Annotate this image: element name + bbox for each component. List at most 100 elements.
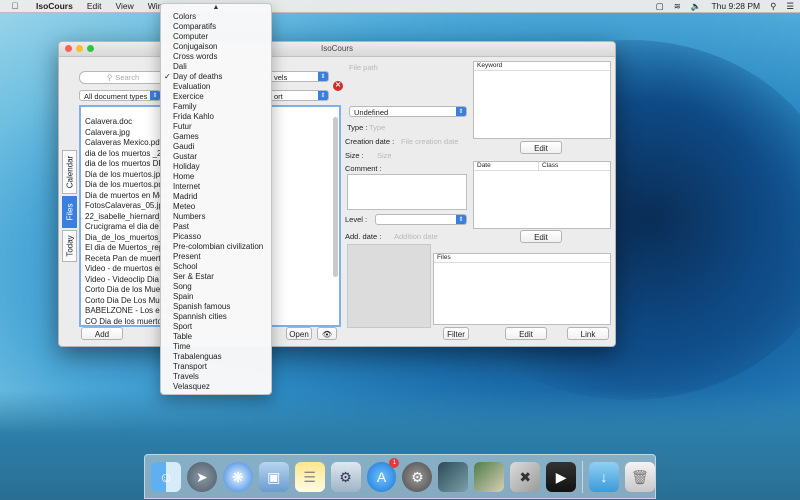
menu-item[interactable]: Gaudi: [161, 142, 271, 152]
photo-icon[interactable]: [438, 461, 469, 492]
menu-item[interactable]: Present: [161, 252, 271, 262]
spotlight-icon[interactable]: ⚲: [770, 1, 776, 12]
menu-item[interactable]: Picasso: [161, 232, 271, 242]
wifi-icon[interactable]: ≋: [674, 1, 681, 12]
safari-icon[interactable]: ❋: [222, 461, 253, 492]
menu-item[interactable]: Gustar: [161, 152, 271, 162]
tab-calendar[interactable]: Calendar: [62, 150, 77, 194]
comment-label: Comment :: [345, 164, 382, 173]
menu-item[interactable]: Spannish cities: [161, 312, 271, 322]
keyword-table[interactable]: Keyword: [473, 61, 611, 139]
menu-item[interactable]: Futur: [161, 122, 271, 132]
scroll-up-arrow-icon[interactable]: ▲: [161, 4, 271, 12]
app-menu[interactable]: IsoCours: [36, 1, 73, 11]
level-select[interactable]: vels ⇕: [269, 71, 329, 82]
edit-keyword-button[interactable]: Edit: [520, 141, 562, 154]
system-preferences-icon[interactable]: ⚙: [402, 461, 433, 492]
keyword-column-header[interactable]: Keyword: [477, 62, 502, 69]
add-button[interactable]: Add: [81, 327, 123, 340]
menu-item[interactable]: Numbers: [161, 212, 271, 222]
class-column-header[interactable]: Class: [538, 162, 558, 170]
menu-item[interactable]: Spanish famous: [161, 302, 271, 312]
finder-icon[interactable]: ☺: [151, 461, 181, 492]
clear-filter-icon[interactable]: ✕: [333, 81, 343, 91]
minimize-window-button[interactable]: [76, 45, 83, 52]
app-store-icon[interactable]: A1: [366, 457, 400, 492]
clock[interactable]: Thu 9:28 PM: [711, 1, 760, 11]
files-column-header[interactable]: Files: [437, 254, 451, 261]
menu-edit[interactable]: Edit: [87, 1, 102, 11]
photo-stack-icon[interactable]: [474, 461, 505, 492]
preview-icon[interactable]: ▣: [258, 461, 289, 492]
menu-item[interactable]: Cross words: [161, 52, 271, 62]
status-select[interactable]: Undefined ⇕: [349, 106, 467, 117]
imovie-icon[interactable]: ▶: [546, 461, 577, 492]
date-column-header[interactable]: Date: [477, 162, 491, 169]
airplay-icon[interactable]: ▢: [656, 1, 664, 12]
link-button[interactable]: Link: [567, 327, 609, 340]
menu-item[interactable]: Colors: [161, 12, 271, 22]
menu-item[interactable]: Conjugaison: [161, 42, 271, 52]
category-dropdown-menu[interactable]: ▲ Colors Comparatifs Computer Conjugaison Cr…: [160, 3, 272, 395]
comment-field[interactable]: [347, 174, 467, 210]
menu-item[interactable]: Frida Kahlo: [161, 112, 271, 122]
tab-today[interactable]: Today: [62, 230, 77, 262]
notification-center-icon[interactable]: ☰: [786, 1, 794, 12]
volume-icon[interactable]: 🔈: [691, 1, 702, 12]
downloads-icon[interactable]: ↓: [589, 461, 619, 492]
file-list-scrollbar[interactable]: [333, 117, 338, 277]
menu-item[interactable]: Dali: [161, 62, 271, 72]
menu-item[interactable]: Transport: [161, 362, 271, 372]
zoom-window-button[interactable]: [87, 45, 94, 52]
menu-item[interactable]: Evaluation: [161, 82, 271, 92]
menu-item[interactable]: ✓ Day of deaths: [161, 72, 271, 82]
edit-files-button[interactable]: Edit: [505, 327, 547, 340]
menu-item[interactable]: Song: [161, 282, 271, 292]
menu-item[interactable]: Games: [161, 132, 271, 142]
tab-files[interactable]: Files: [62, 196, 77, 228]
level-label: Level :: [345, 215, 368, 224]
menu-item[interactable]: Spain: [161, 292, 271, 302]
menu-item[interactable]: Ser & Estar: [161, 272, 271, 282]
filter-button[interactable]: Filter: [443, 327, 469, 340]
level-field-select[interactable]: ⇕: [375, 214, 467, 225]
open-button[interactable]: Open: [286, 327, 312, 340]
menu-item[interactable]: Travels: [161, 372, 271, 382]
document-type-select[interactable]: All document types ⇕: [79, 90, 161, 101]
menu-item[interactable]: Trabalenguas: [161, 352, 271, 362]
trash-icon[interactable]: 🗑: [624, 461, 655, 492]
close-window-button[interactable]: [65, 45, 72, 52]
menu-item[interactable]: Madrid: [161, 192, 271, 202]
menu-item[interactable]: Table: [161, 332, 271, 342]
creation-date-label: Creation date :: [345, 137, 395, 146]
menu-item[interactable]: Sport: [161, 322, 271, 332]
search-input[interactable]: ⚲ Search: [79, 71, 167, 84]
menu-item[interactable]: Time: [161, 342, 271, 352]
menu-bar:  IsoCours Edit View Window ▢ ≋ 🔈 Thu 9:…: [0, 0, 800, 13]
notes-icon[interactable]: ☰: [294, 461, 325, 492]
menu-item[interactable]: Pre-colombian civilization: [161, 242, 271, 252]
menu-item[interactable]: Comparatifs: [161, 22, 271, 32]
menu-item[interactable]: Home: [161, 172, 271, 182]
menu-item[interactable]: Internet: [161, 182, 271, 192]
menu-item[interactable]: School: [161, 262, 271, 272]
menu-item[interactable]: Past: [161, 222, 271, 232]
apple-menu-icon[interactable]: : [10, 1, 20, 11]
menu-item[interactable]: Computer: [161, 32, 271, 42]
launchpad-icon[interactable]: ➤: [186, 461, 217, 492]
thumbnail-well[interactable]: [347, 244, 431, 328]
sort-select[interactable]: ort ⇕: [269, 90, 329, 101]
menu-view[interactable]: View: [116, 1, 134, 11]
menu-item[interactable]: Holiday: [161, 162, 271, 172]
edit-date-button[interactable]: Edit: [520, 230, 562, 243]
linked-files-table[interactable]: Files: [433, 253, 611, 325]
tools-icon[interactable]: ✖: [510, 461, 541, 492]
menu-item[interactable]: Velasquez: [161, 382, 271, 392]
eye-icon: 👁: [321, 330, 333, 339]
preview-button[interactable]: 👁: [317, 327, 337, 340]
menu-item[interactable]: Exercice: [161, 92, 271, 102]
photo-booth-icon[interactable]: ⚙: [330, 461, 361, 492]
menu-item[interactable]: Meteo: [161, 202, 271, 212]
date-class-table[interactable]: Date Class: [473, 161, 611, 229]
menu-item[interactable]: Family: [161, 102, 271, 112]
